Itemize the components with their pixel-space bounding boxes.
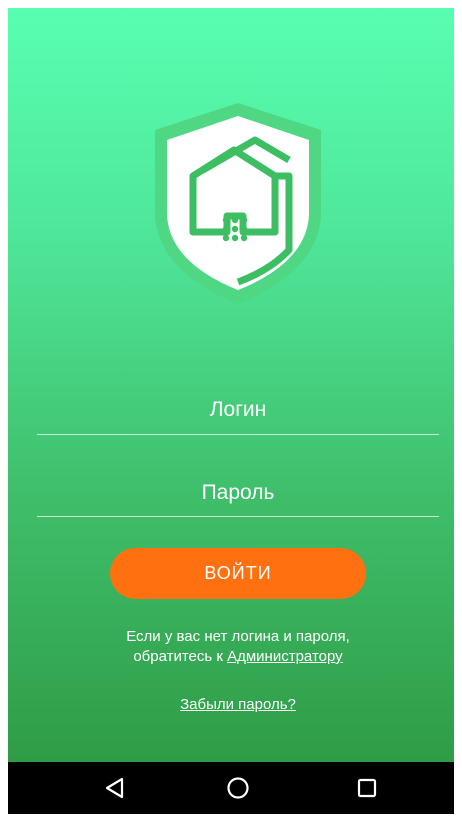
home-circle-icon [227, 777, 249, 799]
shield-house-icon [155, 103, 321, 304]
no-account-info: Если у вас нет логина и пароля, обратите… [37, 627, 439, 667]
info-line-2-prefix: обратитесь к [133, 648, 228, 665]
forgot-password: Забыли пароль? [37, 696, 439, 713]
back-button[interactable] [95, 773, 135, 803]
login-input[interactable] [37, 386, 439, 434]
password-field[interactable] [37, 470, 439, 517]
forgot-password-link[interactable]: Забыли пароль? [180, 696, 296, 713]
login-button[interactable]: ВОЙТИ [110, 548, 366, 599]
back-triangle-icon [105, 777, 124, 799]
info-line-1: Если у вас нет логина и пароля, [126, 628, 350, 645]
administrator-link[interactable]: Администратору [227, 648, 343, 665]
password-input[interactable] [37, 470, 439, 516]
android-nav-bar [8, 762, 454, 814]
info-line-2: обратитесь к Администратору [37, 647, 439, 667]
login-screen: ВОЙТИ Если у вас нет логина и пароля, об… [8, 8, 454, 762]
recents-button[interactable] [347, 773, 387, 803]
recents-square-icon [357, 778, 377, 798]
login-field[interactable] [37, 386, 439, 435]
phone-screen: ВОЙТИ Если у вас нет логина и пароля, об… [8, 8, 454, 814]
home-button[interactable] [218, 773, 258, 803]
